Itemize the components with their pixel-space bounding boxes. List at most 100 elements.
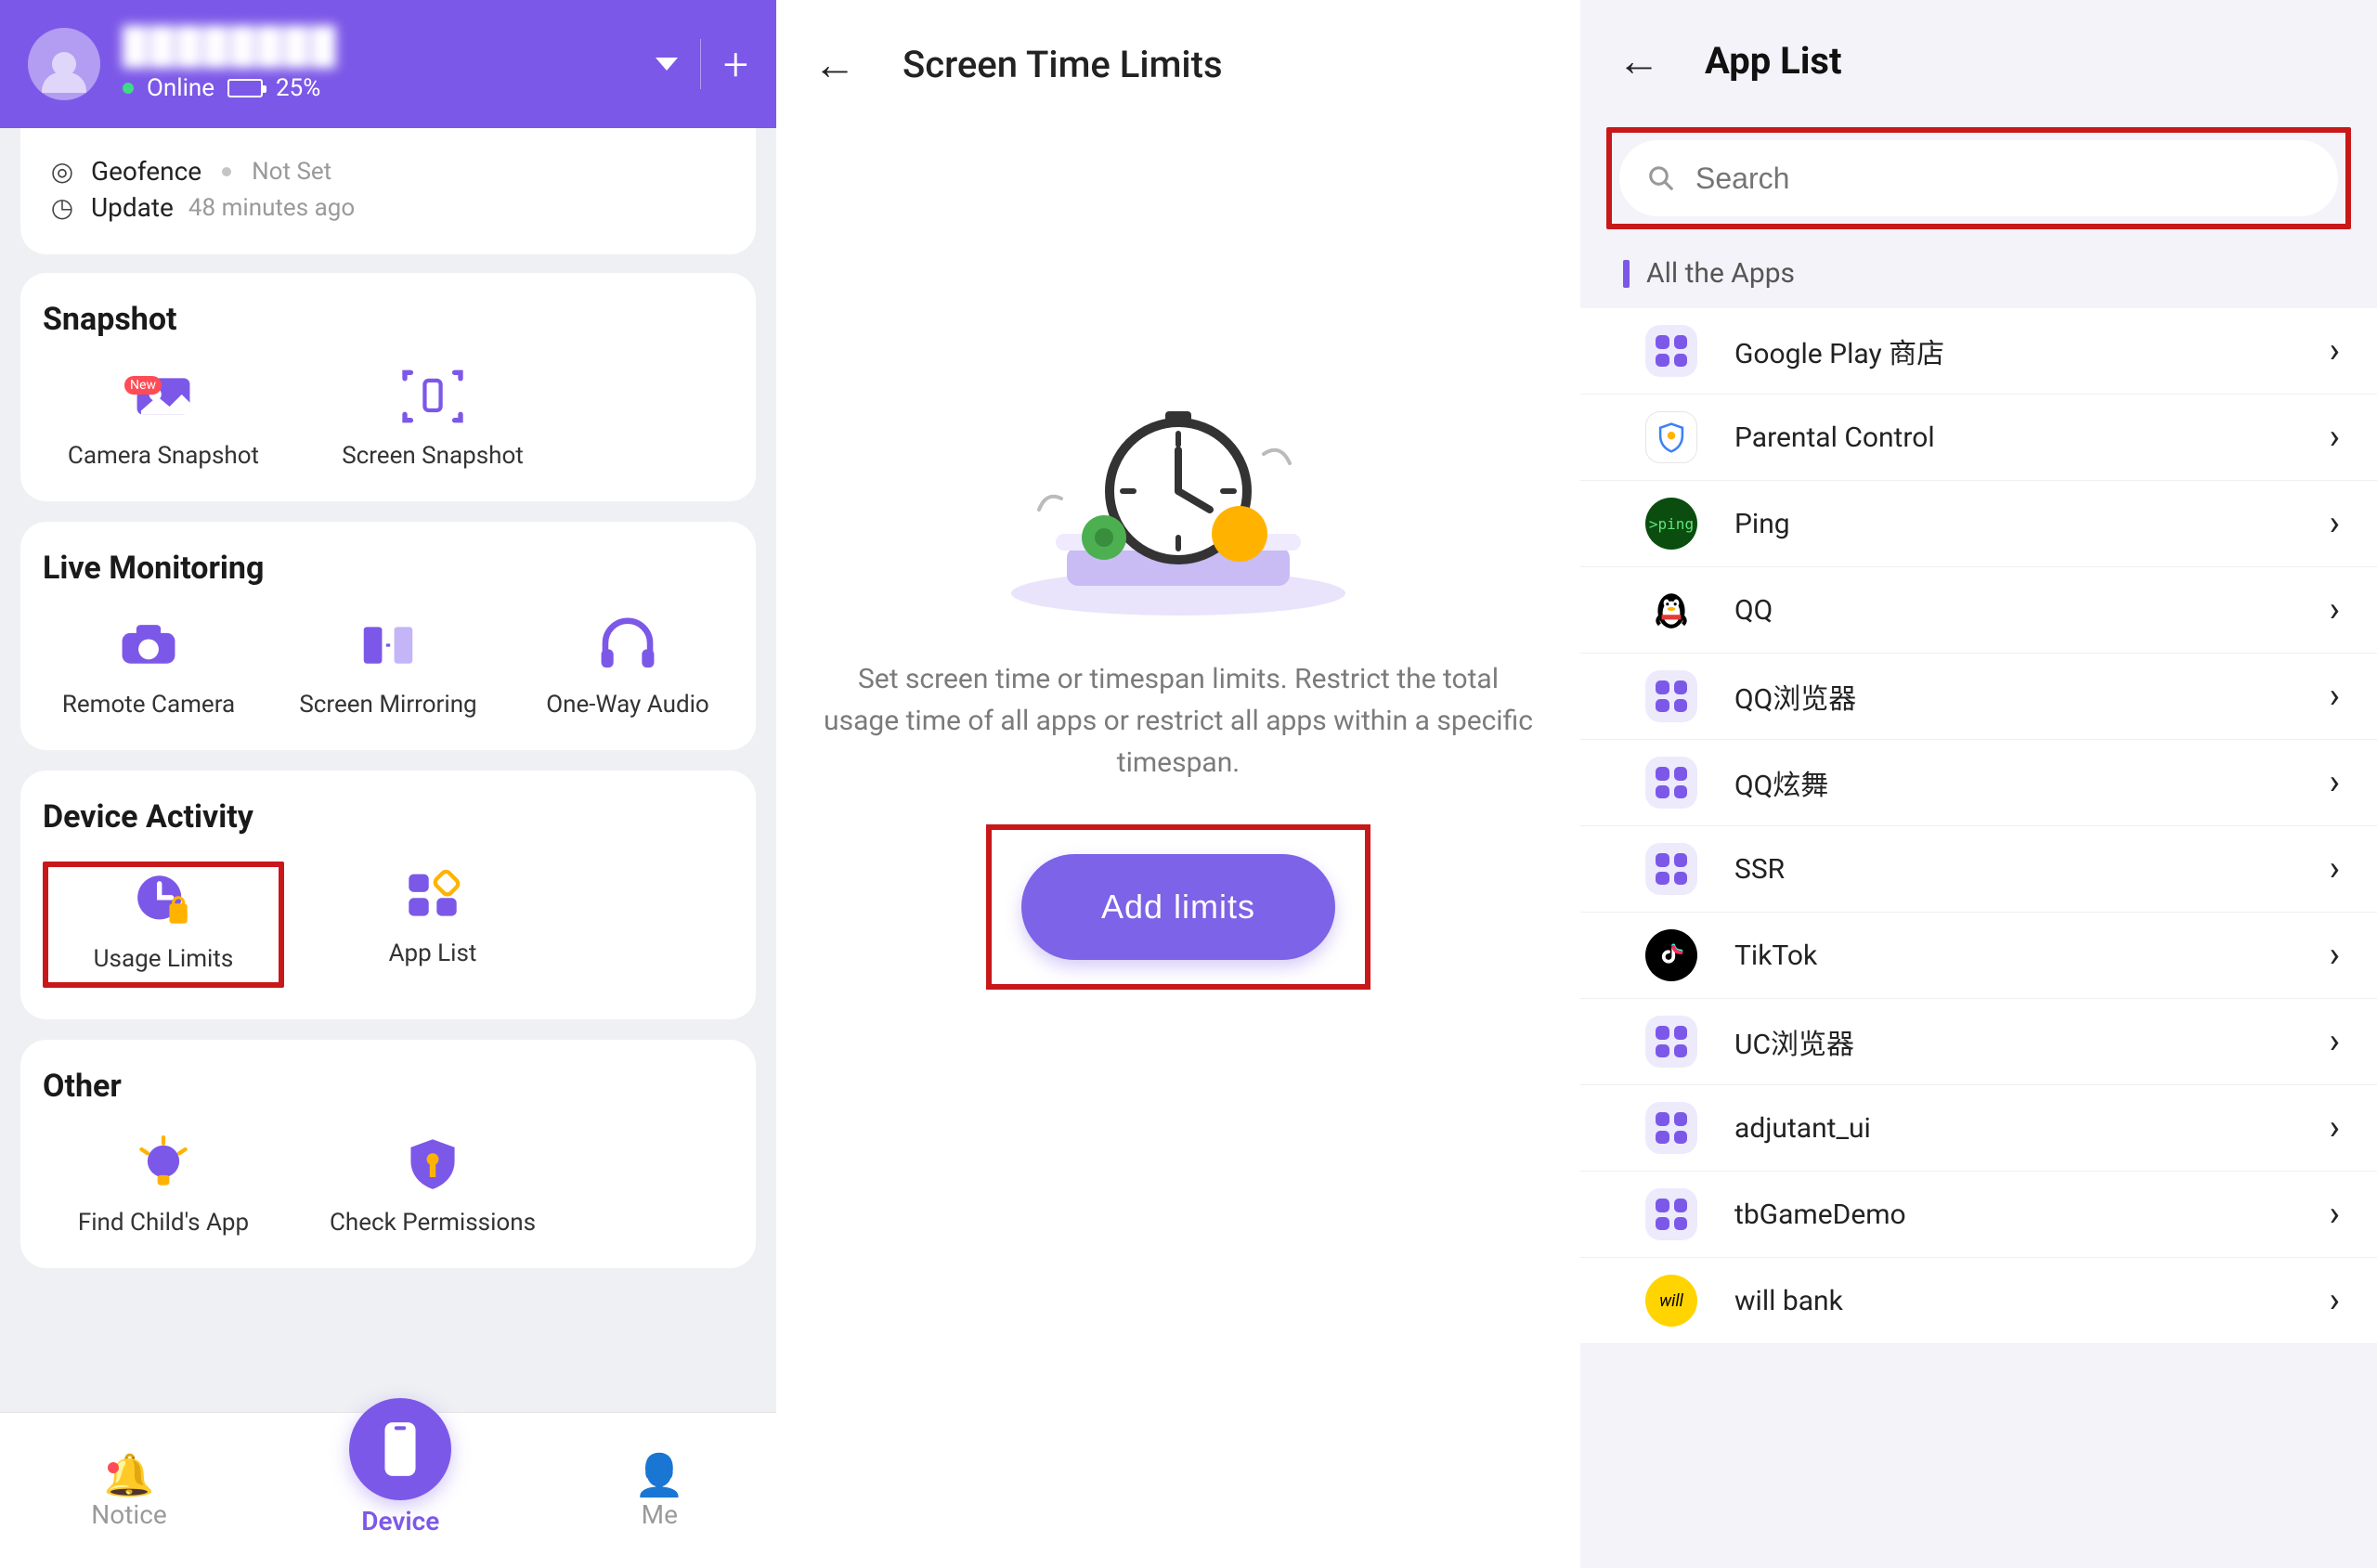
app-row[interactable]: SSR› <box>1580 826 2377 913</box>
clock-icon: ◷ <box>48 192 76 223</box>
screen-mirroring-button[interactable]: Screen Mirroring <box>282 613 494 719</box>
back-arrow-icon[interactable]: ← <box>1617 35 1660 86</box>
app-row[interactable]: QQ浏览器› <box>1580 654 2377 740</box>
tab-me[interactable]: 👤 Me <box>634 1451 685 1530</box>
willbank-icon: will <box>1645 1275 1697 1327</box>
app-grid-icon <box>1645 325 1697 377</box>
app-grid-icon <box>1645 757 1697 809</box>
chevron-right-icon: › <box>2330 762 2340 803</box>
app-name-label: SSR <box>1734 853 2330 886</box>
search-input[interactable] <box>1695 162 2310 196</box>
bell-icon: 🔔 <box>91 1451 166 1499</box>
remote-camera-button[interactable]: Remote Camera <box>43 613 254 719</box>
chevron-right-icon: › <box>2330 1280 2340 1321</box>
chevron-right-icon: › <box>2330 935 2340 976</box>
app-grid-icon <box>1645 1188 1697 1240</box>
app-name-label: TikTok <box>1734 940 2330 972</box>
child-avatar[interactable] <box>28 28 100 100</box>
device-activity-title: Device Activity <box>43 798 734 836</box>
app-row[interactable]: adjutant_ui› <box>1580 1085 2377 1172</box>
device-activity-card: Device Activity Usage Limits App List <box>20 771 756 1019</box>
online-status: Online <box>147 74 214 102</box>
ping-icon: >ping <box>1645 498 1697 550</box>
update-value: 48 minutes ago <box>188 194 355 222</box>
app-row[interactable]: QQ› <box>1580 567 2377 654</box>
app-row[interactable]: QQ炫舞› <box>1580 740 2377 826</box>
snapshot-card: Snapshot New Camera Snapshot Screen Snap… <box>20 273 756 501</box>
other-title: Other <box>43 1068 734 1105</box>
add-device-button[interactable]: + <box>723 38 748 91</box>
camera-snapshot-button[interactable]: New Camera Snapshot <box>43 364 284 470</box>
find-child-app-button[interactable]: Find Child's App <box>43 1131 284 1237</box>
screen-snapshot-button[interactable]: Screen Snapshot <box>312 364 553 470</box>
new-badge: New <box>124 376 162 395</box>
app-name-label: UC浏览器 <box>1734 1021 2330 1062</box>
geofence-value: Not Set <box>252 158 331 186</box>
check-permissions-button[interactable]: Check Permissions <box>312 1131 553 1237</box>
device-dropdown-icon[interactable] <box>656 58 678 71</box>
app-name-label: QQ浏览器 <box>1734 676 2330 717</box>
notification-dot-icon <box>108 1462 119 1473</box>
applist-header: ← App List <box>1580 0 2377 122</box>
tab-notice[interactable]: 🔔 Notice <box>91 1451 166 1530</box>
app-row[interactable]: TikTok› <box>1580 913 2377 999</box>
app-row[interactable]: Google Play 商店› <box>1580 308 2377 395</box>
oneway-audio-button[interactable]: One-Way Audio <box>522 613 734 719</box>
device-header: ████████ Online 25% + <box>0 0 776 128</box>
app-grid-icon <box>1645 1016 1697 1068</box>
battery-percentage: 25% <box>276 74 320 102</box>
search-icon <box>1647 164 1675 192</box>
tab-device[interactable]: Device <box>349 1445 451 1536</box>
app-name-label: Parental Control <box>1734 421 2330 454</box>
back-arrow-icon[interactable]: ← <box>813 39 856 90</box>
chevron-right-icon: › <box>2330 676 2340 717</box>
live-title: Live Monitoring <box>43 550 734 587</box>
lightbulb-icon <box>131 1135 196 1191</box>
phone-device-dashboard: ████████ Online 25% + ◎ Geofence Not Set… <box>0 0 776 1568</box>
section-label: All the Apps <box>1646 257 1795 290</box>
chevron-right-icon: › <box>2330 1021 2340 1062</box>
screentime-header: ← Screen Time Limits <box>776 0 1580 129</box>
applist-title: App List <box>1705 39 1842 83</box>
chevron-right-icon: › <box>2330 849 2340 889</box>
app-row[interactable]: tbGameDemo› <box>1580 1172 2377 1258</box>
app-row[interactable]: will will bank› <box>1580 1258 2377 1344</box>
update-label: Update <box>91 192 174 223</box>
app-row[interactable]: UC浏览器› <box>1580 999 2377 1085</box>
screentime-description: Set screen time or timespan limits. Rest… <box>821 658 1536 784</box>
screenshot-icon <box>400 369 465 424</box>
search-bar[interactable] <box>1619 140 2338 216</box>
app-grid-icon <box>400 866 465 922</box>
person-icon: 👤 <box>634 1451 685 1499</box>
app-row[interactable]: >pingPing› <box>1580 481 2377 567</box>
notset-dot-icon <box>222 167 231 176</box>
snapshot-title: Snapshot <box>43 301 734 338</box>
add-limits-button[interactable]: Add limits <box>1021 854 1335 960</box>
chevron-right-icon: › <box>2330 330 2340 371</box>
child-name: ████████ <box>123 26 656 67</box>
geofence-label: Geofence <box>91 156 201 187</box>
chevron-right-icon: › <box>2330 417 2340 458</box>
shield-key-icon <box>400 1135 465 1191</box>
chevron-right-icon: › <box>2330 590 2340 630</box>
app-grid-icon <box>1645 843 1697 895</box>
tiktok-icon <box>1645 929 1697 981</box>
divider <box>700 39 701 89</box>
headphones-icon <box>595 617 660 673</box>
usage-limits-icon <box>131 872 196 927</box>
usage-limits-button[interactable]: Usage Limits <box>43 862 284 988</box>
phone-screen-time-limits: ← Screen Time Limits <box>776 0 1580 1568</box>
app-row[interactable]: Parental Control› <box>1580 395 2377 481</box>
battery-icon <box>227 79 263 97</box>
other-card: Other Find Child's App Check Permissions <box>20 1040 756 1268</box>
clock-illustration <box>983 370 1373 630</box>
app-name-label: tbGameDemo <box>1734 1199 2330 1231</box>
chevron-right-icon: › <box>2330 1194 2340 1235</box>
app-name-label: will bank <box>1734 1285 2330 1317</box>
online-indicator-icon <box>123 83 134 94</box>
app-list-button[interactable]: App List <box>312 862 553 988</box>
live-monitoring-card: Live Monitoring Remote Camera Screen Mir… <box>20 522 756 750</box>
app-name-label: adjutant_ui <box>1734 1112 2330 1145</box>
phone-icon <box>379 1420 422 1478</box>
app-name-label: Google Play 商店 <box>1734 330 2330 371</box>
